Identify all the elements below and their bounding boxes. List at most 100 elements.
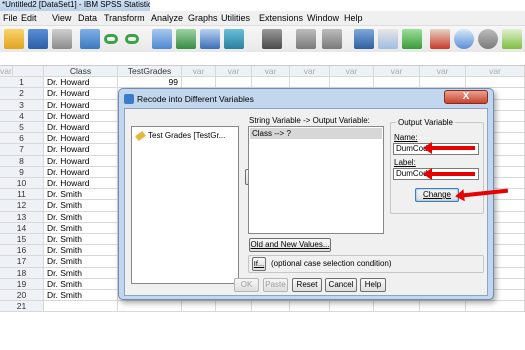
- column-header-var[interactable]: var: [290, 66, 330, 78]
- cell-class[interactable]: Dr. Howard: [44, 88, 118, 100]
- row-number[interactable]: 12: [0, 200, 44, 212]
- cell-empty[interactable]: [216, 77, 252, 89]
- old-new-values-button[interactable]: Old and New Values...: [249, 238, 331, 252]
- cell-class[interactable]: Dr. Smith: [44, 211, 118, 223]
- print-icon[interactable]: [52, 29, 72, 49]
- row-number[interactable]: 7: [0, 144, 44, 156]
- cell-class[interactable]: Dr. Howard: [44, 133, 118, 145]
- help-button[interactable]: Help: [360, 278, 386, 292]
- menu-data[interactable]: Data: [78, 13, 97, 23]
- cell-empty[interactable]: [420, 301, 466, 313]
- value-labels-icon[interactable]: [430, 29, 450, 49]
- menu-view[interactable]: View: [52, 13, 71, 23]
- row-number[interactable]: 15: [0, 234, 44, 246]
- cell-empty[interactable]: [466, 301, 525, 313]
- recall-dialog-icon[interactable]: [80, 29, 100, 49]
- split-file-icon[interactable]: [354, 29, 374, 49]
- cell-class[interactable]: Dr. Smith: [44, 290, 118, 302]
- insert-cases-icon[interactable]: [296, 29, 316, 49]
- cell-empty[interactable]: [252, 301, 290, 313]
- menu-file[interactable]: File: [3, 13, 18, 23]
- reset-button[interactable]: Reset: [292, 278, 322, 292]
- open-folder-icon[interactable]: [4, 29, 24, 49]
- cell-empty[interactable]: [290, 301, 330, 313]
- cell-class[interactable]: Dr. Howard: [44, 99, 118, 111]
- menu-analyze[interactable]: Analyze: [151, 13, 183, 23]
- row-number[interactable]: 13: [0, 211, 44, 223]
- use-sets-icon[interactable]: [454, 29, 474, 49]
- row-number[interactable]: 4: [0, 110, 44, 122]
- cancel-button[interactable]: Cancel: [325, 278, 357, 292]
- menu-utilities[interactable]: Utilities: [221, 13, 250, 23]
- cell-empty[interactable]: [330, 77, 374, 89]
- cell-class[interactable]: Dr. Howard: [44, 178, 118, 190]
- cell-empty[interactable]: [374, 301, 420, 313]
- variables-icon[interactable]: [200, 29, 220, 49]
- menu-transform[interactable]: Transform: [104, 13, 145, 23]
- menu-graphs[interactable]: Graphs: [188, 13, 218, 23]
- goto-variable-icon[interactable]: [176, 29, 196, 49]
- weight-cases-icon[interactable]: [378, 29, 398, 49]
- if-button[interactable]: If...: [252, 257, 266, 271]
- row-number[interactable]: 16: [0, 245, 44, 257]
- chart-builder-icon[interactable]: [224, 29, 244, 49]
- row-number[interactable]: 10: [0, 178, 44, 190]
- cell-empty[interactable]: [330, 301, 374, 313]
- change-button[interactable]: Change: [415, 188, 459, 202]
- row-number[interactable]: 11: [0, 189, 44, 201]
- source-variable-item[interactable]: Test Grades [TestGr...: [148, 131, 225, 140]
- column-header-var[interactable]: var: [0, 66, 13, 78]
- column-header-var[interactable]: var: [182, 66, 216, 78]
- cell-empty[interactable]: [374, 77, 420, 89]
- find-icon[interactable]: [262, 29, 282, 49]
- column-header-var[interactable]: var: [330, 66, 374, 78]
- cell-empty[interactable]: [420, 77, 466, 89]
- row-number[interactable]: 17: [0, 256, 44, 268]
- cell-class[interactable]: Dr. Howard: [44, 155, 118, 167]
- ok-button[interactable]: OK: [234, 278, 259, 292]
- row-number[interactable]: 14: [0, 222, 44, 234]
- row-number[interactable]: 2: [0, 88, 44, 100]
- cell-class[interactable]: Dr. Howard: [44, 77, 118, 89]
- column-header-var[interactable]: var: [466, 66, 525, 78]
- cell-empty[interactable]: [182, 77, 216, 89]
- column-header-var[interactable]: var: [374, 66, 420, 78]
- row-number[interactable]: 20: [0, 290, 44, 302]
- show-all-variables-icon[interactable]: [478, 29, 498, 49]
- column-header-var[interactable]: var: [216, 66, 252, 78]
- row-number[interactable]: 19: [0, 278, 44, 290]
- cell-class[interactable]: Dr. Smith: [44, 222, 118, 234]
- menu-help[interactable]: Help: [344, 13, 363, 23]
- cell-testgrades[interactable]: [118, 301, 182, 313]
- cell-empty[interactable]: [216, 301, 252, 313]
- cell-class[interactable]: Dr. Smith: [44, 245, 118, 257]
- cell-class[interactable]: Dr. Smith: [44, 234, 118, 246]
- cell-class[interactable]: Dr. Smith: [44, 256, 118, 268]
- save-icon[interactable]: [28, 29, 48, 49]
- cell-class[interactable]: Dr. Smith: [44, 267, 118, 279]
- mapping-list[interactable]: Class --> ?: [248, 126, 384, 234]
- menu-window[interactable]: Window: [307, 13, 339, 23]
- goto-case-icon[interactable]: [152, 29, 172, 49]
- column-header-var[interactable]: var: [420, 66, 466, 78]
- row-number[interactable]: 21: [0, 301, 44, 313]
- source-variable-list[interactable]: Test Grades [TestGr...: [131, 126, 239, 284]
- row-number[interactable]: 1: [0, 77, 44, 89]
- close-button[interactable]: X: [444, 90, 488, 104]
- cell-empty[interactable]: [182, 301, 216, 313]
- column-header-testgrades[interactable]: TestGrades: [118, 66, 182, 78]
- redo-icon[interactable]: [125, 34, 139, 44]
- menu-extensions[interactable]: Extensions: [259, 13, 303, 23]
- row-number[interactable]: 9: [0, 166, 44, 178]
- row-number[interactable]: 6: [0, 133, 44, 145]
- menu-edit[interactable]: Edit: [21, 13, 37, 23]
- cell-class[interactable]: Dr. Smith: [44, 278, 118, 290]
- paste-button[interactable]: Paste: [263, 278, 288, 292]
- cell-class[interactable]: Dr. Smith: [44, 189, 118, 201]
- row-number[interactable]: 5: [0, 122, 44, 134]
- spell-check-icon[interactable]: [502, 29, 522, 49]
- row-number[interactable]: 18: [0, 267, 44, 279]
- mapping-item-selected[interactable]: Class --> ?: [250, 128, 382, 139]
- insert-variable-icon[interactable]: [322, 29, 342, 49]
- cell-class[interactable]: Dr. Smith: [44, 200, 118, 212]
